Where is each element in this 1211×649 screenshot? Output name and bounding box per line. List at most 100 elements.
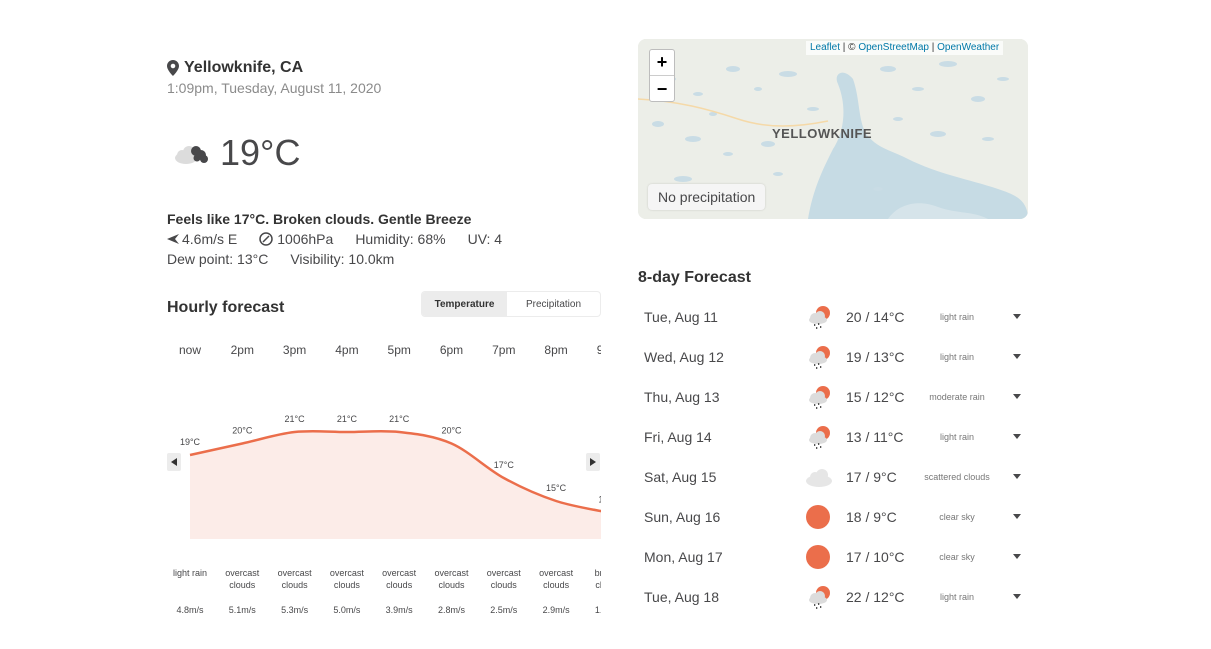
rain-icon bbox=[804, 302, 834, 332]
zoom-in-button[interactable]: + bbox=[650, 50, 674, 76]
hourly-toggle: Temperature Precipitation bbox=[421, 291, 601, 317]
forecast-description: clear sky bbox=[939, 512, 975, 522]
hourly-forecast-title: Hourly forecast bbox=[167, 299, 285, 316]
daily-forecast-title: 8-day Forecast bbox=[638, 269, 751, 286]
dew-point-value: Dew point: 13°C bbox=[167, 251, 269, 267]
current-details-row2: Dew point: 13°C Visibility: 10.0km bbox=[167, 251, 394, 267]
wind-direction-icon bbox=[167, 234, 179, 244]
temperature-label: 15°C bbox=[546, 483, 567, 493]
hour-description: overcast clouds bbox=[539, 568, 574, 590]
hour-description: light rain bbox=[172, 568, 208, 578]
chevron-right-icon bbox=[590, 458, 596, 466]
forecast-description: light rain bbox=[939, 432, 975, 442]
forecast-description-wrap: moderate rain bbox=[902, 377, 992, 417]
hour-wind: 4.8m/s bbox=[176, 605, 204, 615]
forecast-day-row[interactable]: Sun, Aug 16 18 / 9°C clear sky bbox=[638, 497, 1028, 537]
chevron-left-icon bbox=[171, 458, 177, 466]
forecast-temps: 18 / 9°C bbox=[846, 509, 897, 525]
hour-time: 2pm bbox=[230, 343, 254, 357]
hour-time: 4pm bbox=[335, 343, 359, 357]
hour-time: 5pm bbox=[387, 343, 411, 357]
hourly-chart-area[interactable]: 19°C 20°C 21°C 21°C 21°C 20°C 17°C 15°C 14°C now… bbox=[167, 338, 601, 628]
forecast-day: Thu, Aug 13 bbox=[644, 389, 720, 405]
chevron-down-icon[interactable] bbox=[1013, 554, 1021, 559]
hour-time: now bbox=[178, 343, 201, 357]
temperature-label: 21°C bbox=[285, 414, 306, 424]
location-header: Yellowknife, CA bbox=[167, 59, 303, 77]
temperature-label: 17°C bbox=[494, 460, 515, 470]
forecast-description-wrap: clear sky bbox=[902, 537, 992, 577]
chevron-down-icon[interactable] bbox=[1013, 434, 1021, 439]
sun-icon bbox=[804, 502, 834, 532]
hour-time: 6pm bbox=[439, 343, 464, 357]
hour-wind: 5.1m/s bbox=[228, 605, 256, 615]
forecast-description-wrap: light rain bbox=[902, 577, 992, 617]
temperature-label: 14°C bbox=[598, 495, 601, 505]
hour-time: 3pm bbox=[282, 343, 307, 357]
chevron-down-icon[interactable] bbox=[1013, 474, 1021, 479]
broken-clouds-icon bbox=[175, 146, 208, 164]
chevron-down-icon[interactable] bbox=[1013, 514, 1021, 519]
forecast-day: Sat, Aug 15 bbox=[644, 469, 717, 485]
leaflet-link[interactable]: Leaflet bbox=[810, 42, 840, 53]
hour-wind: 2.5m/s bbox=[490, 605, 518, 615]
map-attribution: Leaflet | © OpenStreetMap | OpenWeather bbox=[806, 41, 1004, 55]
forecast-day-row[interactable]: Thu, Aug 13 15 / 12°C moderate rain bbox=[638, 377, 1028, 417]
forecast-day-row[interactable]: Sat, Aug 15 17 / 9°C scattered clouds bbox=[638, 457, 1028, 497]
hour-wind: 5.0m/s bbox=[333, 605, 361, 615]
pressure-value: 1006hPa bbox=[277, 231, 334, 247]
zoom-out-button[interactable]: − bbox=[650, 76, 674, 102]
uv-value: UV: 4 bbox=[467, 231, 503, 247]
visibility-value: Visibility: 10.0km bbox=[290, 251, 395, 267]
map-pin-icon bbox=[167, 60, 179, 76]
forecast-description: light rain bbox=[939, 312, 975, 322]
hour-wind: 5.3m/s bbox=[281, 605, 309, 615]
forecast-day-row[interactable]: Fri, Aug 14 13 / 11°C light rain bbox=[638, 417, 1028, 457]
hourly-scroll-right-button[interactable] bbox=[586, 453, 600, 471]
hour-description: broken clouds bbox=[594, 568, 601, 590]
temperature-tab[interactable]: Temperature bbox=[422, 292, 507, 316]
hour-description: overcast clouds bbox=[434, 568, 469, 590]
attribution-sep-1: | © bbox=[840, 42, 859, 53]
hourly-scroll-left-button[interactable] bbox=[167, 453, 181, 471]
hour-description: overcast clouds bbox=[225, 568, 260, 590]
forecast-description-wrap: light rain bbox=[902, 297, 992, 337]
openweather-link[interactable]: OpenWeather bbox=[937, 42, 999, 53]
forecast-temps: 15 / 12°C bbox=[846, 389, 905, 405]
chevron-down-icon[interactable] bbox=[1013, 394, 1021, 399]
temperature-label: 19°C bbox=[180, 437, 201, 447]
forecast-day-row[interactable]: Wed, Aug 12 19 / 13°C light rain bbox=[638, 337, 1028, 377]
chevron-down-icon[interactable] bbox=[1013, 354, 1021, 359]
openstreetmap-link[interactable]: OpenStreetMap bbox=[858, 42, 929, 53]
precipitation-tab[interactable]: Precipitation bbox=[507, 292, 600, 316]
forecast-description-wrap: scattered clouds bbox=[902, 457, 992, 497]
chevron-down-icon[interactable] bbox=[1013, 314, 1021, 319]
hour-wind: 2.8m/s bbox=[437, 605, 465, 615]
forecast-description: scattered clouds bbox=[924, 472, 990, 482]
forecast-description: clear sky bbox=[939, 552, 975, 562]
temperature-label: 21°C bbox=[389, 414, 410, 424]
forecast-temps: 17 / 9°C bbox=[846, 469, 897, 485]
rain-icon bbox=[804, 342, 834, 372]
forecast-day-row[interactable]: Tue, Aug 18 22 / 12°C light rain bbox=[638, 577, 1028, 617]
forecast-temps: 20 / 14°C bbox=[846, 309, 905, 325]
current-datetime: 1:09pm, Tuesday, August 11, 2020 bbox=[167, 80, 382, 96]
forecast-day-row[interactable]: Tue, Aug 11 20 / 14°C light rain bbox=[638, 297, 1028, 337]
chevron-down-icon[interactable] bbox=[1013, 594, 1021, 599]
forecast-temps: 17 / 10°C bbox=[846, 549, 905, 565]
location-name: Yellowknife, CA bbox=[184, 59, 304, 76]
forecast-description-wrap: light rain bbox=[902, 337, 992, 377]
current-summary: Feels like 17°C. Broken clouds. Gentle B… bbox=[167, 211, 472, 227]
hour-time: 8pm bbox=[544, 343, 568, 357]
hour-wind: 1.9m/s bbox=[594, 605, 601, 615]
pressure-icon bbox=[259, 232, 273, 246]
precipitation-status: No precipitation bbox=[648, 184, 766, 210]
temperature-area bbox=[190, 431, 601, 539]
forecast-description: light rain bbox=[939, 352, 975, 362]
current-temperature: 19°C bbox=[220, 132, 301, 173]
attribution-sep-2: | bbox=[928, 42, 938, 53]
forecast-day: Tue, Aug 18 bbox=[644, 589, 719, 605]
forecast-description: moderate rain bbox=[929, 392, 985, 402]
forecast-day-row[interactable]: Mon, Aug 17 17 / 10°C clear sky bbox=[638, 537, 1028, 577]
hour-description: overcast clouds bbox=[382, 568, 417, 590]
